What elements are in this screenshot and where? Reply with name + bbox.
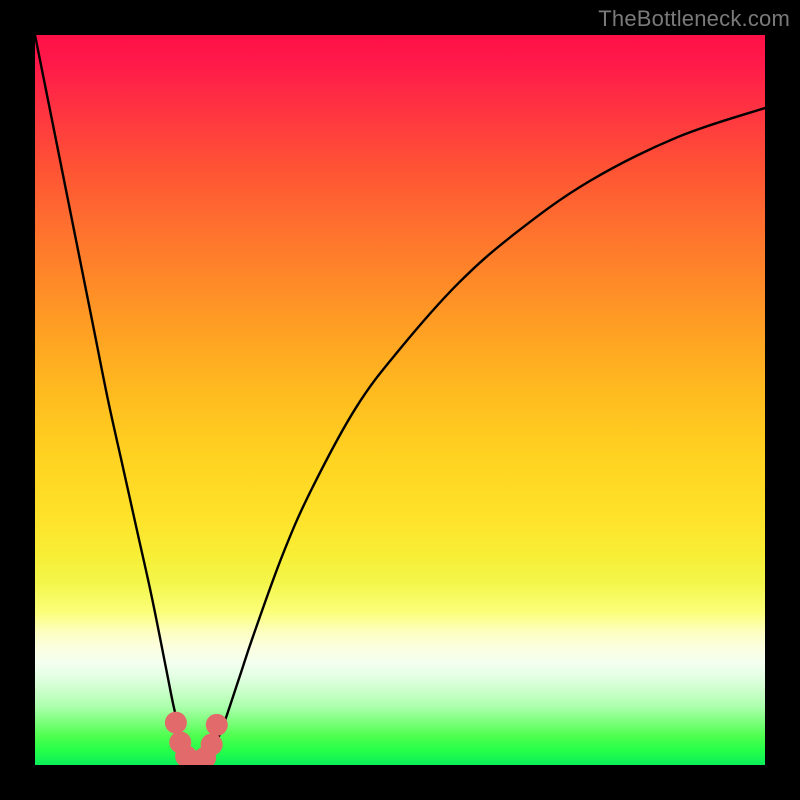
bottleneck-curve	[35, 35, 765, 763]
watermark-text: TheBottleneck.com	[598, 6, 790, 32]
marker-dot	[165, 712, 187, 734]
plot-area	[35, 35, 765, 765]
marker-dot	[201, 734, 223, 756]
marker-dot	[206, 714, 228, 736]
bottom-u-markers	[165, 712, 228, 765]
chart-svg	[35, 35, 765, 765]
chart-frame: TheBottleneck.com	[0, 0, 800, 800]
